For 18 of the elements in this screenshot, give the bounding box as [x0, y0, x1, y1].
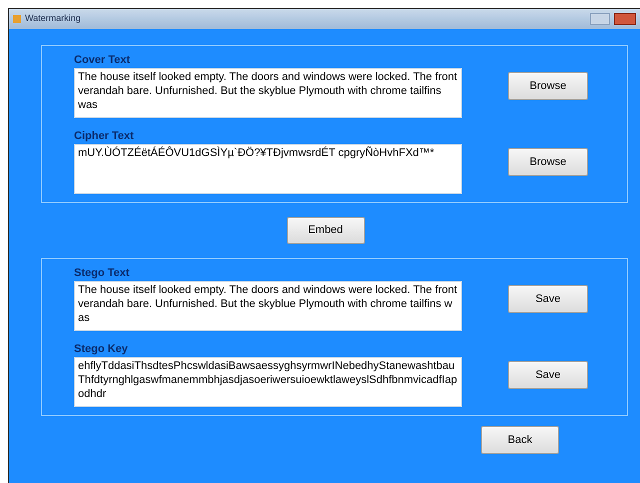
app-icon	[13, 15, 21, 23]
save-button[interactable]: Save	[508, 285, 588, 313]
browse-button[interactable]: Browse	[508, 72, 588, 100]
embed-button[interactable]: Embed	[286, 217, 364, 244]
field-label: Stego Key	[74, 342, 129, 357]
text-area[interactable]: mUY.ÙÓTZÉëtÁÉÔVU1dGSÌYµ`ÐÖ?¥TĐjvmwsrdÉT cpgryÑòHvhFXd™*	[74, 144, 462, 194]
field-label: Cover Text	[74, 53, 132, 68]
browse-button[interactable]: Browse	[508, 148, 588, 176]
back-button[interactable]: Back	[481, 426, 559, 454]
text-area[interactable]: ehflyTddasiThsdtesPhcswldasiBawsaessyghsyrmwrINebedhyStanewashtbauThfdtyrnghlgaswfmanemmbhjasdjasoeriwersuioewktlaweyslSdhfbnmvicadfIapodhdr	[74, 357, 462, 407]
text-area[interactable]: The house itself looked empty. The doors and windows were locked. The front verandah bare. Unfurnished. But the skyblue Plymouth with chrome tailfins was	[74, 281, 462, 331]
field-label: Cipher Text	[74, 129, 135, 144]
close-button[interactable]	[614, 13, 636, 25]
window-title: Watermarking	[25, 12, 81, 26]
field-label: Stego Text	[74, 266, 130, 281]
minimize-button[interactable]	[590, 13, 610, 25]
text-area[interactable]: The house itself looked empty. The doors and windows were locked. The front verandah bare. Unfurnished. But the skyblue Plymouth with chrome tailfins was	[74, 68, 462, 118]
save-button[interactable]: Save	[508, 361, 588, 389]
